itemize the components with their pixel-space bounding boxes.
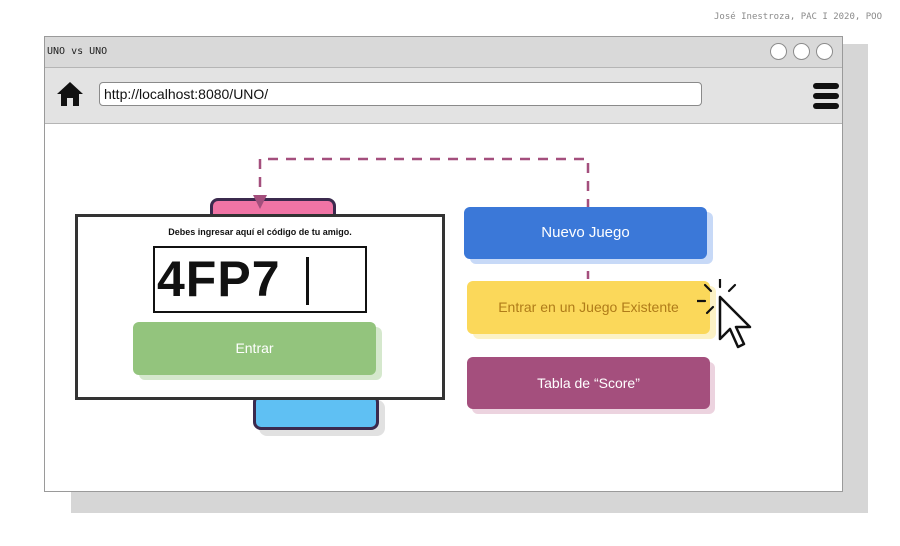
join-game-label: Entrar en un Juego Existente bbox=[498, 299, 679, 315]
window-control-button[interactable] bbox=[793, 43, 810, 60]
navigation-bar: http://localhost:8080/UNO/ bbox=[45, 68, 842, 124]
submit-label: Entrar bbox=[235, 340, 274, 356]
window-control-button[interactable] bbox=[816, 43, 833, 60]
join-code-dialog: Debes ingresar aquí el código de tu amig… bbox=[75, 214, 445, 400]
hamburger-menu-icon[interactable] bbox=[813, 82, 839, 110]
connector-arrow bbox=[253, 195, 267, 209]
code-input[interactable]: 4FP7 bbox=[153, 246, 367, 313]
url-field[interactable]: http://localhost:8080/UNO/ bbox=[99, 82, 702, 106]
scoreboard-label: Tabla de “Score” bbox=[537, 375, 640, 391]
author-credit: José Inestroza, PAC I 2020, POO bbox=[714, 12, 882, 22]
scoreboard-button[interactable]: Tabla de “Score” bbox=[467, 357, 710, 409]
cursor-click-icon bbox=[697, 279, 752, 349]
new-game-button[interactable]: Nuevo Juego bbox=[464, 207, 707, 259]
home-icon[interactable] bbox=[56, 81, 84, 107]
window-title: UNO vs UNO bbox=[47, 46, 108, 57]
dialog-label: Debes ingresar aquí el código de tu amig… bbox=[168, 227, 352, 237]
submit-button[interactable]: Entrar bbox=[133, 322, 376, 375]
window-control-button[interactable] bbox=[770, 43, 787, 60]
browser-window: UNO vs UNO http://localhost:8080/UNO/ Nu… bbox=[44, 36, 843, 492]
text-caret bbox=[306, 257, 309, 305]
new-game-label: Nuevo Juego bbox=[541, 224, 630, 241]
join-game-button[interactable]: Entrar en un Juego Existente bbox=[467, 281, 710, 334]
window-controls bbox=[770, 43, 833, 60]
code-value: 4FP7 bbox=[157, 251, 281, 307]
title-bar: UNO vs UNO bbox=[45, 37, 842, 68]
page-content: Nuevo Juego Entrar en un Juego Existente… bbox=[45, 124, 842, 489]
